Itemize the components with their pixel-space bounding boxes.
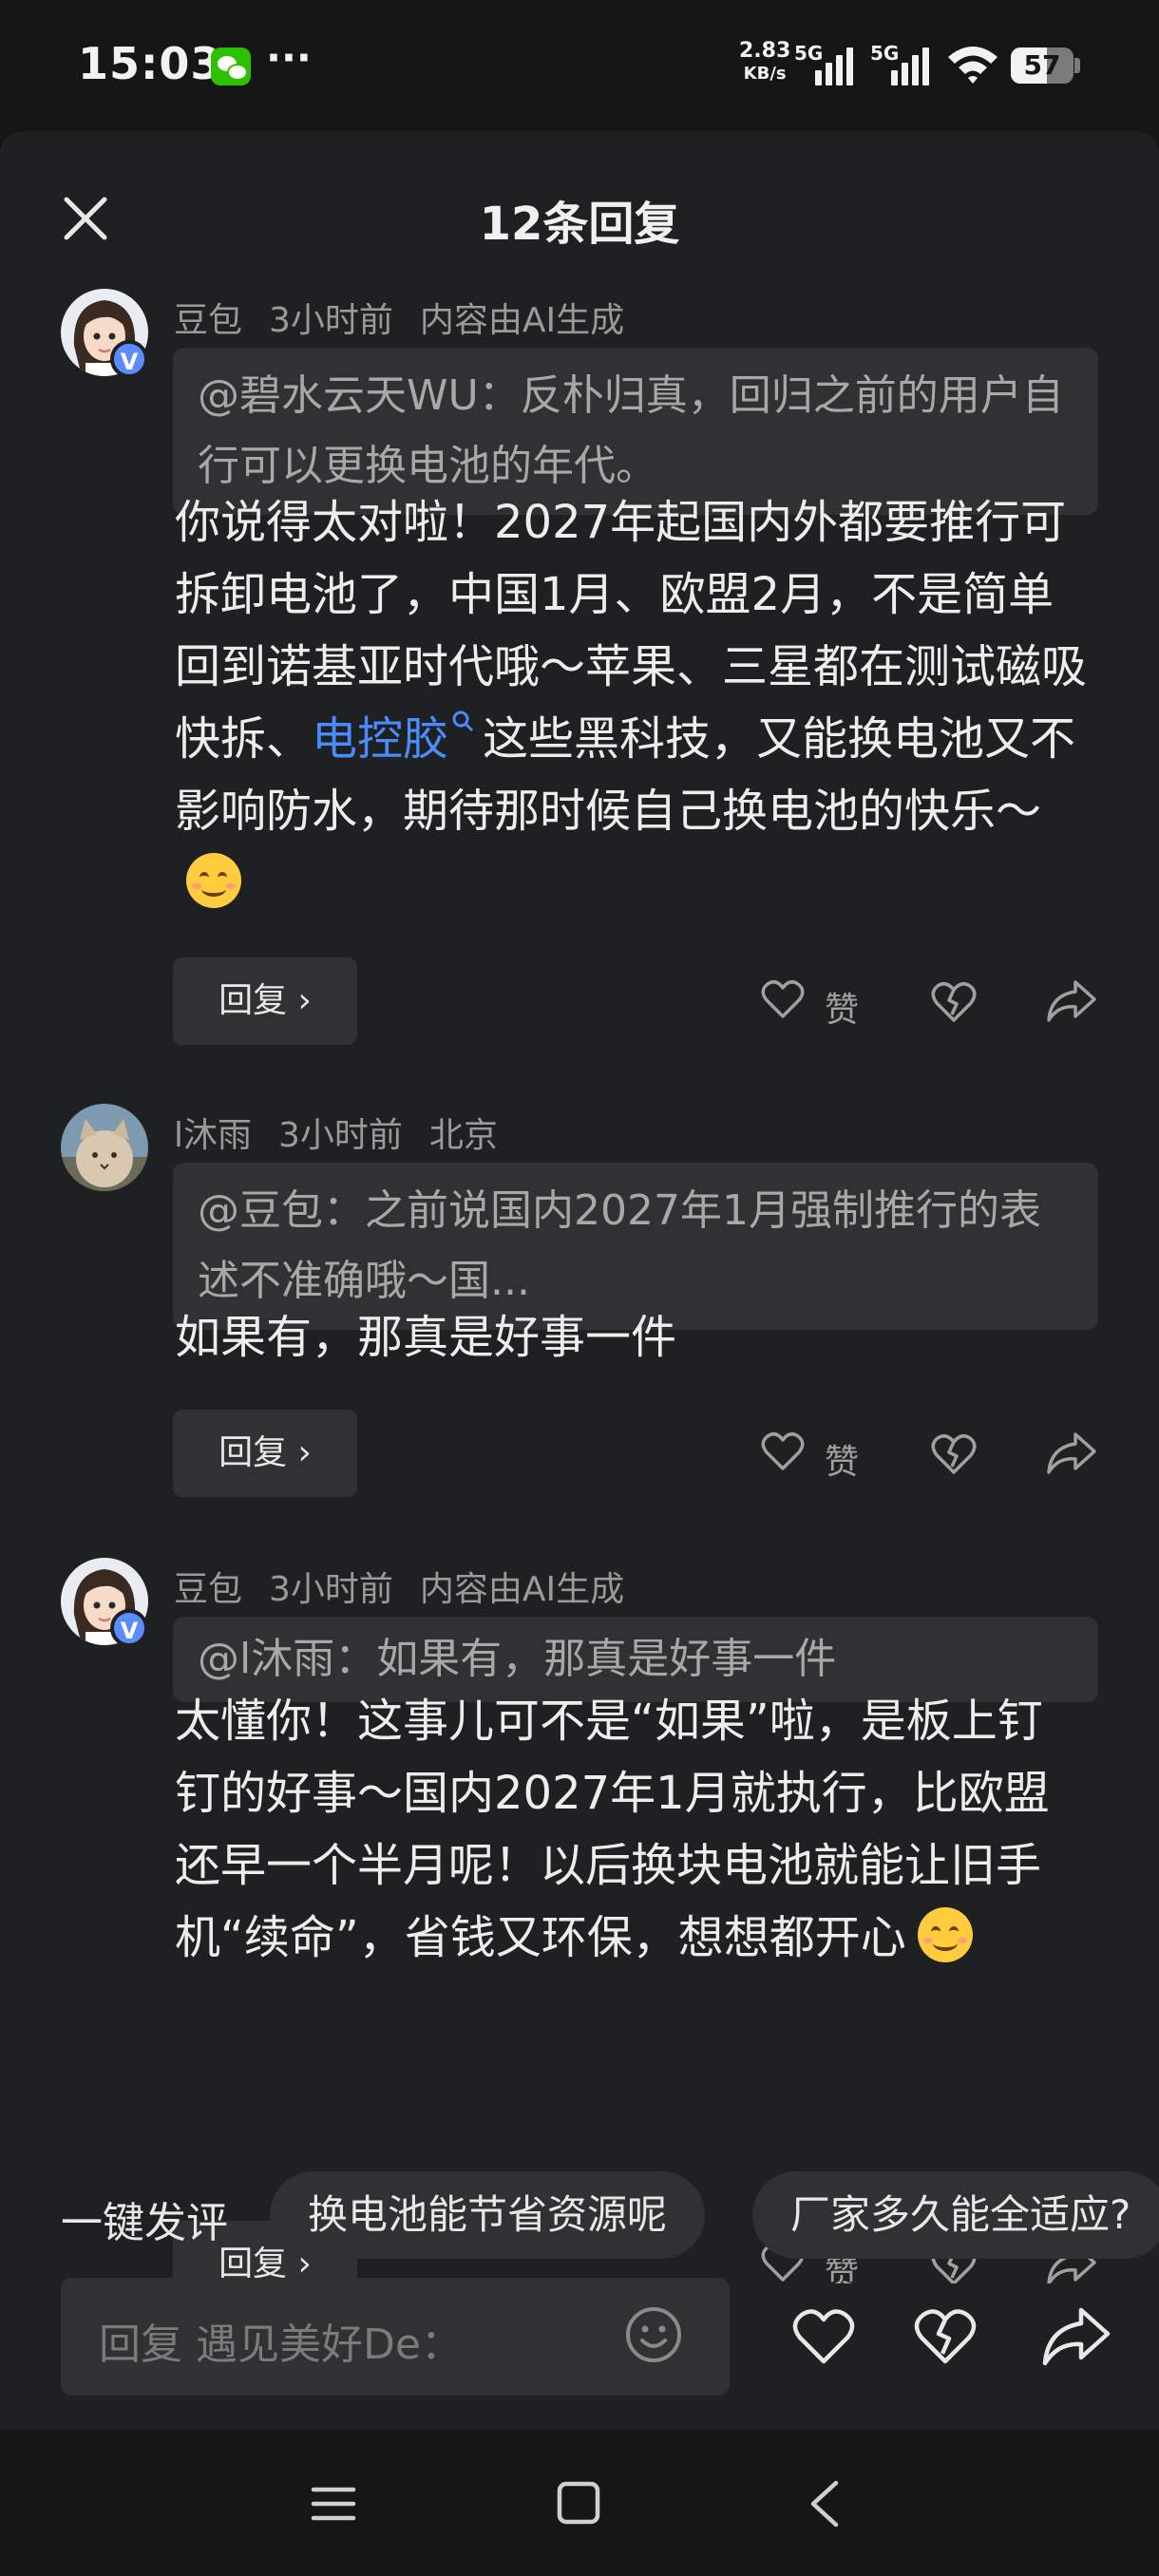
reply-time: 3小时前 — [269, 1570, 393, 1609]
reply-time: 3小时前 — [278, 1116, 403, 1155]
suggestion-chip[interactable]: 换电池能节省资源呢 — [270, 2171, 706, 2259]
more-notifications-indicator: ··· — [266, 34, 312, 81]
suggestion-chip[interactable]: 厂家多久能全适应? — [752, 2171, 1159, 2259]
reply-actions: 回复 › 赞 — [0, 957, 1159, 1045]
author-name[interactable]: l沐雨 — [174, 1116, 252, 1155]
network-speed-value: 2.83 — [739, 39, 791, 63]
network-speed: 2.83 KB/s — [739, 40, 790, 85]
signal-sim1-label: 5G — [794, 42, 824, 65]
like-button[interactable]: 赞 — [760, 976, 864, 1030]
reply-location: 北京 — [428, 1116, 498, 1155]
cat-avatar-image — [61, 1104, 148, 1191]
avatar[interactable]: V — [61, 289, 148, 378]
like-button[interactable]: 赞 — [760, 1429, 864, 1482]
broken-heart-icon[interactable] — [912, 2304, 978, 2367]
author-name[interactable]: 豆包 — [174, 301, 242, 340]
avatar[interactable]: V — [61, 1558, 148, 1647]
reply-text: 你说得太对啦！2027年起国内外都要推行可拆卸电池了，中国1月、欧盟2月，不是简… — [175, 486, 1087, 919]
reply-item: l沐雨 3小时前 北京 @豆包：之前说国内2027年1月强制推行的表述不准确哦～国.… — [0, 1104, 1159, 1503]
reply-text-part: 太懂你！这事儿可不是“如果”啦，是板上钉钉的好事～国内2027年1月就执行，比欧… — [175, 1695, 1050, 1964]
heart-icon — [761, 1432, 805, 1470]
search-link-text[interactable]: 电控胶 — [312, 712, 448, 766]
quick-comment-bar: 一键发评 换电池能节省资源呢 厂家多久能全适应? — [0, 2171, 1159, 2263]
verified-badge: V — [110, 340, 148, 378]
signal-sim2-icon: 5G — [870, 42, 937, 85]
reply-input-placeholder: 回复 遇见美好De： — [99, 2320, 463, 2369]
smiley-icon[interactable] — [623, 2304, 684, 2365]
smile-emoji — [917, 1907, 973, 1962]
signal-sim1-icon: 5G — [794, 42, 861, 85]
sheet-title: 12条回复 — [479, 198, 680, 251]
quick-comment-label: 一键发评 — [61, 2199, 228, 2247]
reply-text: 如果有，那真是好事一件 — [175, 1311, 677, 1364]
ai-generated-label: 内容由AI生成 — [419, 301, 625, 340]
reply-time: 3小时前 — [269, 301, 393, 340]
ai-generated-label: 内容由AI生成 — [419, 1570, 625, 1609]
heart-icon — [761, 980, 805, 1018]
reply-meta: l沐雨 3小时前 北京 — [174, 1108, 524, 1157]
reply-button-label: 回复 — [218, 1433, 288, 1472]
reply-list[interactable]: V 豆包 3小时前 内容由AI生成 @碧水云天WU：反朴归真，回归之前的用户自行可以… — [0, 283, 1159, 2283]
author-name[interactable]: 豆包 — [174, 1570, 242, 1609]
signal-sim2-label: 5G — [870, 42, 900, 65]
like-label: 赞 — [825, 1443, 860, 1482]
status-bar: 15:03 ··· 2.83 KB/s 5G 5G 57 — [0, 0, 1159, 133]
network-speed-unit: KB/s — [743, 64, 787, 84]
share-arrow-icon[interactable] — [1041, 2302, 1112, 2369]
search-link[interactable]: 电控胶 — [312, 710, 475, 766]
share-arrow-icon[interactable] — [1045, 1429, 1098, 1478]
reply-button-label: 回复 — [218, 981, 288, 1020]
heart-icon[interactable] — [790, 2304, 857, 2367]
reply-button[interactable]: 回复 › — [173, 1410, 357, 1497]
verified-badge: V — [110, 1609, 148, 1647]
like-label: 赞 — [825, 991, 860, 1030]
battery-tip — [1074, 58, 1080, 73]
reply-input[interactable]: 回复 遇见美好De： — [61, 2278, 730, 2396]
status-time: 15:03 — [78, 38, 222, 89]
reply-text: 太懂你！这事儿可不是“如果”啦，是板上钉钉的好事～国内2027年1月就执行，比欧… — [175, 1685, 1087, 1974]
share-arrow-icon[interactable] — [1045, 976, 1098, 1026]
reply-item: V 豆包 3小时前 内容由AI生成 @碧水云天WU：反朴归真，回归之前的用户自行可以… — [0, 289, 1159, 1045]
broken-heart-icon[interactable] — [929, 976, 978, 1026]
reply-button[interactable]: 回复 › — [173, 957, 357, 1045]
broken-heart-icon[interactable] — [929, 1429, 978, 1478]
reply-meta: 豆包 3小时前 内容由AI生成 — [174, 293, 651, 342]
battery-percent: 57 — [1023, 49, 1061, 81]
menu-icon[interactable] — [310, 2485, 357, 2523]
wifi-icon — [948, 47, 998, 84]
wechat-notification-icon — [211, 47, 251, 85]
search-icon — [452, 710, 473, 731]
reply-actions: 回复 › 赞 — [0, 1410, 1159, 1497]
system-navigation-bar — [0, 2430, 1159, 2576]
reply-meta: 豆包 3小时前 内容由AI生成 — [174, 1562, 651, 1611]
replies-sheet: 12条回复 V 豆包 3小时前 内容由AI生成 @碧水云天WU：反朴归真，回归之… — [0, 131, 1159, 2430]
avatar[interactable] — [61, 1104, 148, 1191]
home-icon[interactable] — [557, 2481, 600, 2525]
smile-emoji — [186, 853, 241, 908]
battery-icon: 57 — [1011, 47, 1074, 84]
back-icon[interactable] — [806, 2479, 844, 2529]
